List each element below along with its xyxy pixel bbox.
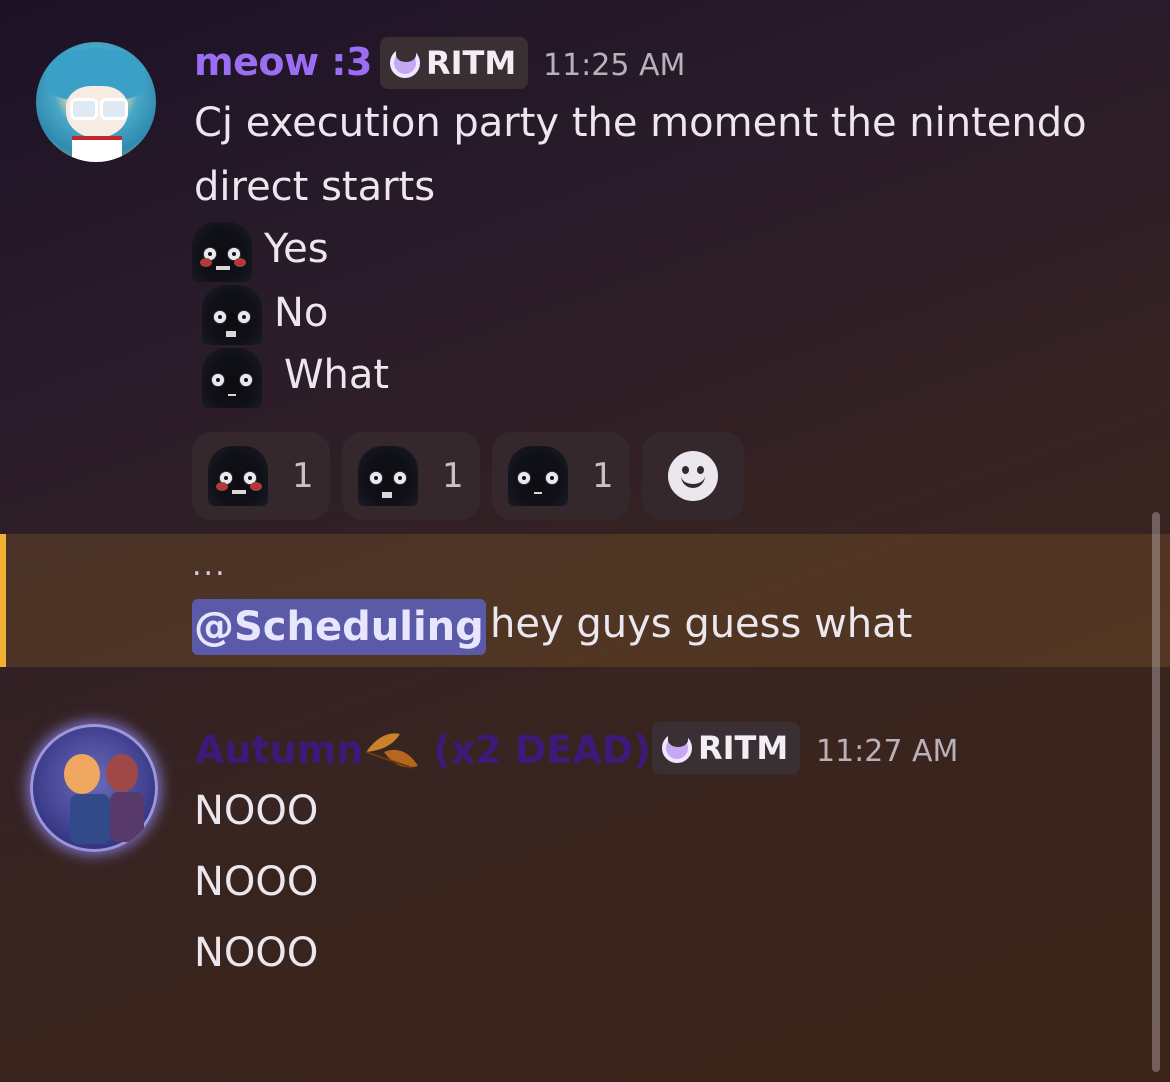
poll-option-what: What [284, 352, 390, 398]
message-ellipsis: ... [192, 548, 227, 583]
scrollbar[interactable] [1152, 512, 1160, 1072]
stare-hood-emoji[interactable] [202, 348, 262, 408]
avatar-autumn[interactable] [30, 724, 158, 852]
blush-hood-emoji[interactable] [192, 222, 252, 282]
message-timestamp: 11:27 AM [816, 734, 959, 769]
reaction-count: 1 [442, 456, 464, 496]
mention-highlight-bar [0, 534, 6, 667]
message-line: NOOO [194, 930, 319, 976]
avatar-meow[interactable] [36, 42, 156, 162]
blush-hood-emoji [208, 446, 268, 506]
autumn-leaf-icon [365, 733, 418, 769]
reaction-scared-hood[interactable]: 1 [342, 432, 480, 520]
reaction-stare-hood[interactable]: 1 [492, 432, 630, 520]
stare-hood-emoji [508, 446, 568, 506]
avatar-glasses-right [100, 98, 128, 120]
username-autumn-suffix: (x2 DEAD) [433, 728, 651, 772]
role-label: RITM [698, 729, 789, 767]
reaction-count: 1 [592, 456, 614, 496]
scared-hood-emoji[interactable] [202, 285, 262, 345]
message-line: Cj execution party the moment the ninten… [194, 100, 1087, 146]
poll-option-yes: Yes [264, 226, 329, 272]
reaction-count: 1 [292, 456, 314, 496]
role-badge[interactable]: RITM [652, 722, 801, 774]
reaction-blush-hood[interactable]: 1 [192, 432, 330, 520]
username-autumn-text: Autumn [195, 728, 364, 772]
smile-add-reaction-icon [668, 451, 718, 501]
poll-option-no: No [274, 290, 329, 336]
username-meow[interactable]: meow :3 [194, 40, 372, 84]
message-line: NOOO [194, 859, 319, 905]
role-label: RITM [426, 44, 517, 82]
avatar-figure-body [110, 792, 144, 842]
avatar-figure [64, 754, 100, 794]
crescent-moon-icon [662, 733, 692, 763]
scared-hood-emoji [358, 446, 418, 506]
message-line: direct starts [194, 164, 436, 210]
crescent-moon-icon [390, 48, 420, 78]
username-autumn[interactable]: Autumn (x2 DEAD) [195, 728, 651, 772]
avatar-shirt [72, 136, 122, 162]
role-mention-scheduling[interactable]: @Scheduling [192, 599, 486, 655]
message-line: hey guys guess what [490, 601, 913, 647]
add-reaction-button[interactable] [642, 432, 744, 520]
avatar-figure-body [70, 794, 110, 844]
message-timestamp: 11:25 AM [543, 48, 686, 83]
role-badge[interactable]: RITM [380, 37, 529, 89]
message-line: NOOO [194, 788, 319, 834]
avatar-figure [106, 754, 138, 792]
avatar-glasses-left [70, 98, 98, 120]
